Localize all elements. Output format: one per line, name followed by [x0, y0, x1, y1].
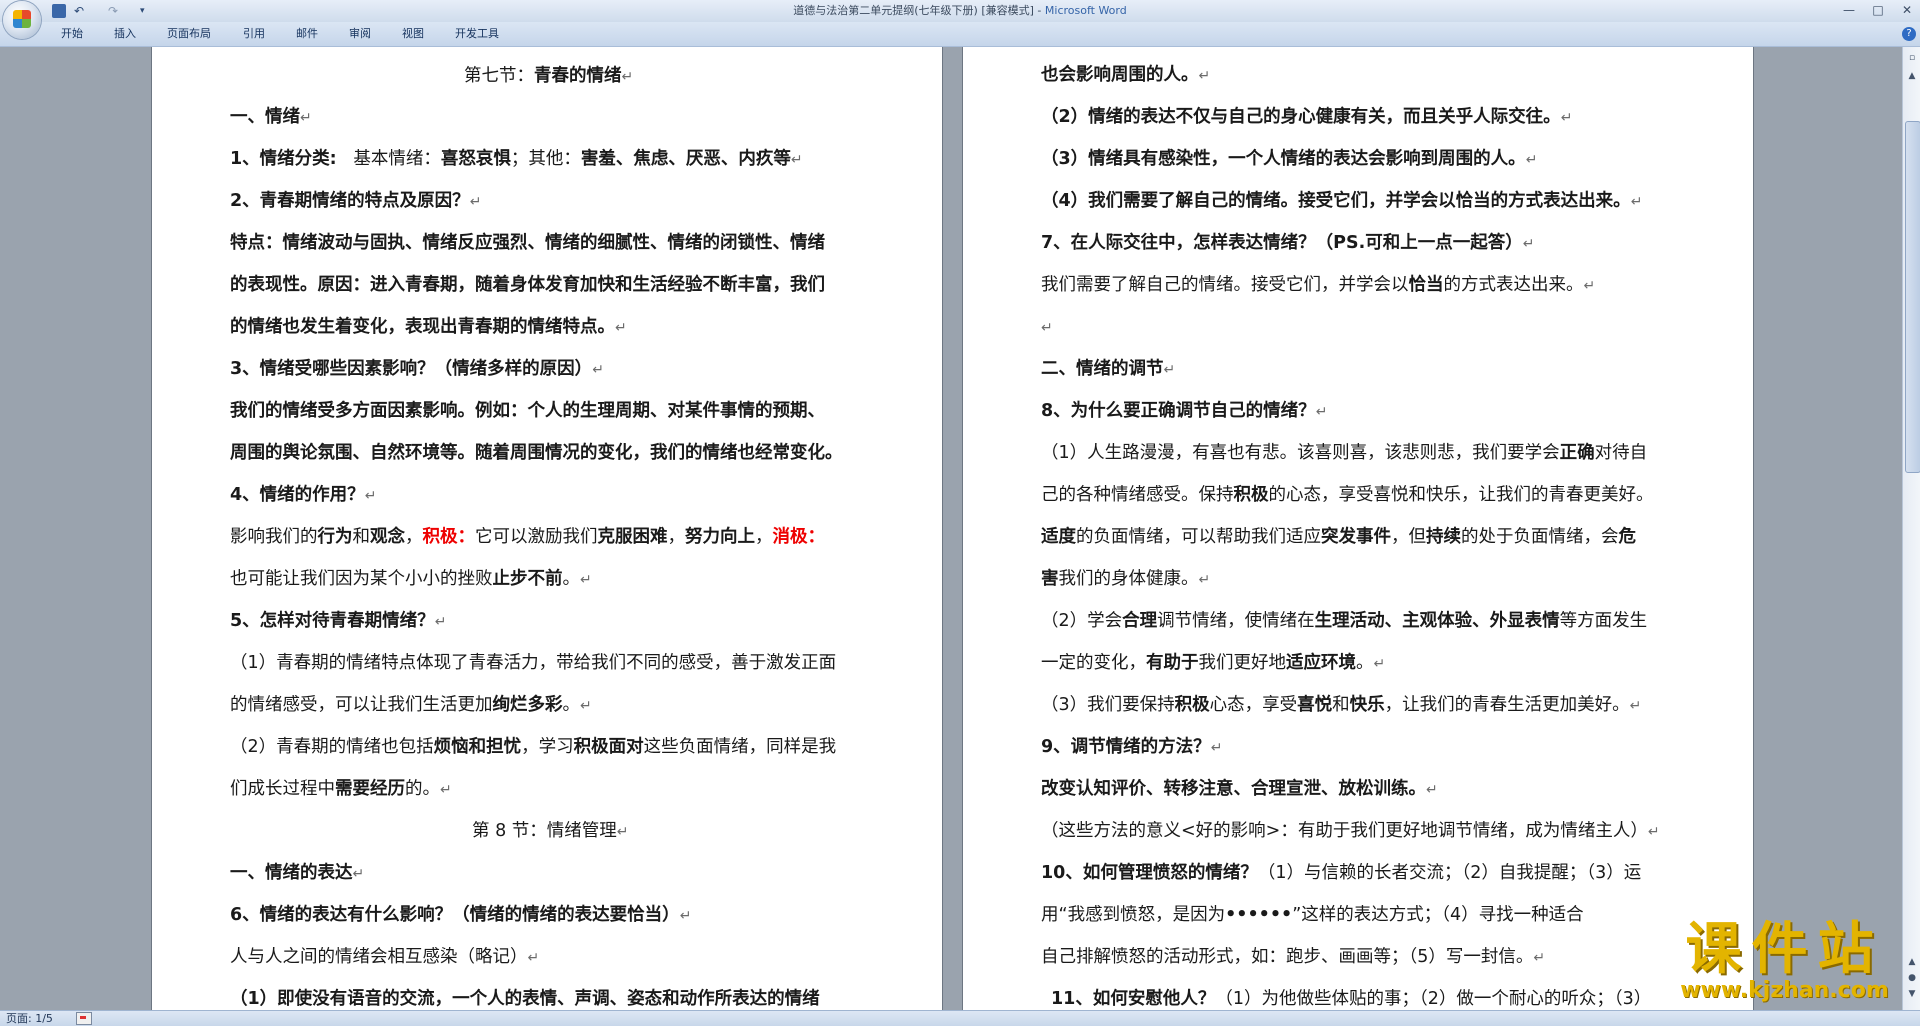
- section-title: 第七节：青春的情绪↵: [464, 66, 634, 86]
- document-canvas: 第七节：青春的情绪↵ 一、情绪↵ 1、情绪分类: 基本情绪：喜怒哀惧；其他：害羞…: [0, 47, 1902, 1010]
- paragraph: 们成长过程中需要经历的。↵: [230, 779, 452, 799]
- document-title: 道德与法治第二单元提纲(七年级下册) [兼容模式] -: [793, 4, 1045, 17]
- ribbon-tabs: 开始 插入 页面布局 引用 邮件 审阅 视图 开发工具: [0, 22, 1920, 47]
- vertical-scrollbar[interactable]: ▫ ▲ ▲ ● ▼: [1902, 47, 1920, 1010]
- title-bar: ↶ ↷ ▾ 道德与法治第二单元提纲(七年级下册) [兼容模式] - Micros…: [0, 0, 1920, 22]
- window-title: 道德与法治第二单元提纲(七年级下册) [兼容模式] - Microsoft Wo…: [0, 3, 1920, 19]
- paragraph: 我们的情绪受多方面因素影响。例如：个人的生理周期、对某件事情的预期、: [230, 401, 825, 421]
- question: 3、情绪受哪些因素影响？（情绪多样的原因）↵: [230, 359, 604, 379]
- paragraph: 人与人之间的情绪会相互感染（略记）↵: [230, 947, 540, 967]
- paragraph: 11、如何安慰他人？（1）为他做些体贴的事；（2）做一个耐心的听众；（3）: [1051, 989, 1652, 1009]
- tab-insert[interactable]: 插入: [114, 27, 136, 41]
- paragraph: （3）情绪具有感染性，一个人情绪的表达会影响到周围的人。↵: [1041, 149, 1538, 169]
- tab-review[interactable]: 审阅: [349, 27, 371, 41]
- previous-page-icon[interactable]: ▲: [1905, 955, 1919, 969]
- status-bar: 页面: 1/5: [0, 1010, 1920, 1026]
- document-page-left[interactable]: 第七节：青春的情绪↵ 一、情绪↵ 1、情绪分类: 基本情绪：喜怒哀惧；其他：害羞…: [152, 47, 942, 1010]
- tab-page-layout[interactable]: 页面布局: [167, 27, 211, 41]
- paragraph: 的情绪感受，可以让我们生活更加绚烂多彩。↵: [230, 695, 592, 715]
- page-count[interactable]: 页面: 1/5: [6, 1012, 53, 1025]
- help-icon[interactable]: ?: [1902, 27, 1916, 41]
- question: 7、在人际交往中，怎样表达情绪？（PS.可和上一点一起答）↵: [1041, 233, 1535, 253]
- scroll-up-icon[interactable]: ▲: [1905, 69, 1919, 83]
- app-name: Microsoft Word: [1044, 4, 1127, 17]
- question: 6、情绪的表达有什么影响？（情绪的情绪的表达要恰当）↵: [230, 905, 692, 925]
- paragraph: 周围的舆论氛围、自然环境等。随着周围情况的变化，我们的情绪也经常变化。: [230, 443, 843, 463]
- maximize-button[interactable]: □: [1864, 2, 1892, 19]
- proofing-icon[interactable]: [76, 1012, 92, 1025]
- paragraph: （1）人生路漫漫，有喜也有悲。该喜则喜，该悲则悲，我们要学会正确对待自: [1041, 443, 1648, 463]
- paragraph: 10、如何管理愤怒的情绪？（1）与信赖的长者交流；（2）自我提醒；（3）运: [1041, 863, 1642, 883]
- question: 5、怎样对待青春期情绪？↵: [230, 611, 447, 631]
- tab-mailings[interactable]: 邮件: [296, 27, 318, 41]
- tab-developer[interactable]: 开发工具: [455, 27, 499, 41]
- paragraph: 1、情绪分类: 基本情绪：喜怒哀惧；其他：害羞、焦虑、厌恶、内疚等↵: [230, 149, 803, 169]
- paragraph: 的情绪也发生着变化，表现出青春期的情绪特点。↵: [230, 317, 627, 337]
- watermark-url: www.kjzhan.com: [1680, 978, 1889, 1003]
- select-browse-object-icon[interactable]: ●: [1905, 971, 1919, 985]
- paragraph: 改变认知评价、转移注意、合理宣泄、放松训练。↵: [1041, 779, 1438, 799]
- watermark-text: 课件站: [1685, 917, 1884, 982]
- office-button[interactable]: [3, 1, 41, 39]
- paragraph: 也会影响周围的人。↵: [1041, 65, 1211, 85]
- paragraph: 也可能让我们因为某个小小的挫败止步不前。↵: [230, 569, 592, 589]
- question: 9、调节情绪的方法？↵: [1041, 737, 1223, 757]
- paragraph: 我们需要了解自己的情绪。接受它们，并学会以恰当的方式表达出来。↵: [1041, 275, 1596, 295]
- paragraph: （这些方法的意义<好的影响>：有助于我们更好地调节情绪，成为情绪主人）↵: [1041, 821, 1660, 841]
- paragraph: 特点：情绪波动与固执、情绪反应强烈、情绪的细腻性、情绪的闭锁性、情绪: [230, 233, 825, 253]
- section-title: 第 8 节：情绪管理↵: [472, 821, 629, 841]
- question: 4、情绪的作用？↵: [230, 485, 377, 505]
- document-page-right[interactable]: 也会影响周围的人。↵ （2）情绪的表达不仅与自己的身心健康有关，而且关乎人际交往…: [963, 47, 1753, 1010]
- question: 8、为什么要正确调节自己的情绪？↵: [1041, 401, 1328, 421]
- paragraph: 用“我感到愤怒，是因为••••••”这样的表达方式；（4）寻找一种适合: [1041, 905, 1584, 925]
- tab-view[interactable]: 视图: [402, 27, 424, 41]
- paragraph: （1）青春期的情绪特点体现了青春活力，带给我们不同的感受，善于激发正面: [230, 653, 837, 673]
- paragraph: （1）即使没有语音的交流，一个人的表情、声调、姿态和动作所表达的情绪: [230, 989, 820, 1009]
- question: 2、青春期情绪的特点及原因？↵: [230, 191, 482, 211]
- paragraph: 的表现性。原因：进入青春期，随着身体发育加快和生活经验不断丰富，我们: [230, 275, 825, 295]
- paragraph: 适度的负面情绪，可以帮助我们适应突发事件，但持续的处于负面情绪，会危: [1041, 527, 1636, 547]
- paragraph: （2）青春期的情绪也包括烦恼和担忧，学习积极面对这些负面情绪，同样是我: [230, 737, 837, 757]
- minimize-button[interactable]: —: [1835, 2, 1863, 19]
- tab-home[interactable]: 开始: [61, 27, 83, 41]
- empty-paragraph: ↵: [1041, 320, 1053, 336]
- heading: 一、情绪的表达↵: [230, 863, 365, 883]
- paragraph: 一定的变化，有助于我们更好地适应环境。↵: [1041, 653, 1386, 673]
- paragraph: 害我们的身体健康。↵: [1041, 569, 1211, 589]
- paragraph: （3）我们要保持积极心态，享受喜悦和快乐，让我们的青春生活更加美好。↵: [1041, 695, 1642, 715]
- paragraph: （2）情绪的表达不仅与自己的身心健康有关，而且关乎人际交往。↵: [1041, 107, 1573, 127]
- paragraph: 自己排解愤怒的活动形式，如：跑步、画画等；（5）写一封信。↵: [1041, 947, 1546, 967]
- paragraph: （2）学会合理调节情绪，使情绪在生理活动、主观体验、外显表情等方面发生: [1041, 611, 1648, 631]
- scroll-thumb[interactable]: [1905, 121, 1920, 473]
- paragraph: （4）我们需要了解自己的情绪。接受它们，并学会以恰当的方式表达出来。↵: [1041, 191, 1643, 211]
- tab-references[interactable]: 引用: [243, 27, 265, 41]
- heading: 一、情绪↵: [230, 107, 312, 127]
- heading: 二、情绪的调节↵: [1041, 359, 1176, 379]
- ruler-toggle-icon[interactable]: ▫: [1905, 51, 1919, 65]
- next-page-icon[interactable]: ▼: [1905, 987, 1919, 1001]
- paragraph: 影响我们的行为和观念，积极：它可以激励我们克服困难，努力向上，消极：: [230, 527, 825, 547]
- office-logo-icon: [13, 10, 31, 28]
- paragraph: 己的各种情绪感受。保持积极的心态，享受喜悦和快乐，让我们的青春更美好。: [1041, 485, 1654, 505]
- watermark-logo: 课件站 www.kjzhan.com: [1667, 918, 1902, 1010]
- close-button[interactable]: ✕: [1893, 2, 1920, 19]
